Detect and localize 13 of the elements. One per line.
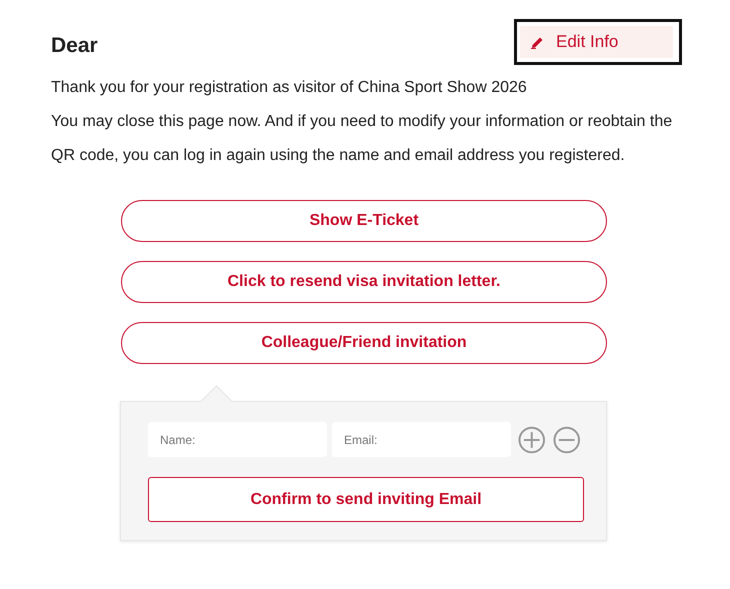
action-button[interactable]: Show E-Ticket: [121, 200, 607, 242]
action-button[interactable]: Colleague/Friend invitation: [121, 322, 607, 364]
remove-icon[interactable]: [552, 426, 580, 454]
pencil-icon: [531, 36, 544, 48]
input-field[interactable]: Email:: [332, 422, 511, 457]
confirm-button[interactable]: Confirm to send inviting Email: [148, 477, 584, 522]
add-icon[interactable]: [518, 426, 546, 454]
greeting-heading: Dear: [51, 34, 98, 58]
message-text: You may close this page now. And if you need to modify your information or reobtain the QR code, you can log in again using the name and email address you registered.: [51, 112, 673, 166]
input-field[interactable]: Name:: [148, 422, 327, 457]
message-text: Thank you for your registration as visitor of China Sport Show 2026: [51, 78, 528, 98]
action-button[interactable]: Click to resend visa invitation letter.: [121, 261, 607, 303]
edit-info-button[interactable]: Edit Info: [520, 26, 673, 58]
